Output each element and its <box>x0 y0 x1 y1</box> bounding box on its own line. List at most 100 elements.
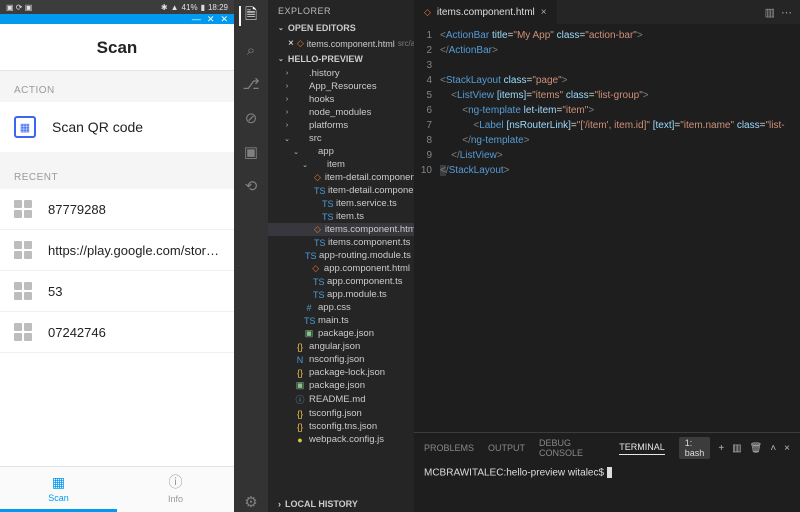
tree-label: item-detail.component.ts <box>328 185 414 196</box>
terminal-prompt: MCBRAWITALEC:hello-preview witalec$ <box>424 468 607 479</box>
tree-row[interactable]: ▣package.json <box>268 379 414 392</box>
tree-row[interactable]: TSitem-detail.component.ts <box>268 184 414 197</box>
new-terminal-icon[interactable]: + <box>718 443 724 454</box>
tab-filename: items.component.html <box>437 7 535 18</box>
panel-tab[interactable]: OUTPUT <box>488 443 525 453</box>
panel-tabs: PROBLEMS OUTPUT DEBUG CONSOLE TERMINAL 1: ba… <box>414 433 800 463</box>
tree-row[interactable]: › node_modules <box>268 106 414 119</box>
accent-minimize-icon[interactable]: — <box>192 14 201 24</box>
explorer-icon[interactable]: 🗎 <box>239 6 261 26</box>
info-nav-icon: ⓘ <box>169 472 183 492</box>
tree-label: item.ts <box>336 211 364 222</box>
settings-icon[interactable]: ⚙ <box>241 492 261 512</box>
chevron-icon: › <box>283 109 291 116</box>
debug-icon[interactable]: ⊘ <box>241 108 261 128</box>
tree-row[interactable]: ›.history <box>268 67 414 80</box>
recent-item[interactable]: 07242746 <box>0 312 234 353</box>
tree-row[interactable]: ⌄src <box>268 132 414 145</box>
extensions-icon[interactable]: ▣ <box>241 142 261 162</box>
file-icon: ◇ <box>312 263 320 274</box>
tree-label: node_modules <box>309 107 371 118</box>
tree-label: README.md <box>309 394 365 405</box>
recent-list: 87779288 https://play.google.com/stor… 53 0… <box>0 189 234 353</box>
tree-label: main.ts <box>318 315 349 326</box>
livesync-icon[interactable]: ⟲ <box>241 176 261 196</box>
more-icon[interactable]: ⋯ <box>781 6 792 19</box>
file-icon: TS <box>314 238 324 248</box>
panel-tab[interactable]: PROBLEMS <box>424 443 474 453</box>
tree-row[interactable]: ›platforms <box>268 119 414 132</box>
tree-row[interactable]: TSapp-routing.module.ts <box>268 249 414 262</box>
git-icon[interactable]: ⎇ <box>241 74 261 94</box>
chevron-down-icon: ⌄ <box>278 55 284 63</box>
tree-row[interactable]: ◇items.component.html <box>268 223 414 236</box>
phone-preview: ▣ ⟳ ▣ ✱ ▲ 41% ▮ 18:29 — ✕ ✕ Scan ACTION … <box>0 0 234 512</box>
tree-row[interactable]: ●webpack.config.js <box>268 433 414 446</box>
tree-row[interactable]: ◇item-detail.component.html <box>268 171 414 184</box>
open-editor-item[interactable]: × ◇ items.component.html src/app/item <box>268 36 414 51</box>
line-gutter: 12345678910 <box>414 28 440 432</box>
open-editors-section[interactable]: ⌄OPEN EDITORS <box>268 20 414 36</box>
tree-row[interactable]: {}package-lock.json <box>268 366 414 379</box>
recent-item[interactable]: https://play.google.com/stor… <box>0 230 234 271</box>
tree-row[interactable]: Nnsconfig.json <box>268 353 414 366</box>
file-icon: {} <box>295 368 305 378</box>
recent-item-text: 53 <box>48 284 220 299</box>
tree-row[interactable]: TS main.ts <box>268 314 414 327</box>
tree-label: app.css <box>318 302 351 313</box>
split-terminal-icon[interactable]: ▥ <box>732 443 741 454</box>
accent-x2-icon[interactable]: ✕ <box>220 14 228 25</box>
editor-tab[interactable]: ◇ items.component.html × <box>414 0 558 24</box>
tree-row[interactable]: {}angular.json <box>268 340 414 353</box>
trash-icon[interactable]: 🗑 <box>750 443 763 454</box>
tree-label: webpack.config.js <box>309 434 384 445</box>
tree-row[interactable]: ⌄app <box>268 145 414 158</box>
tree-row[interactable]: ⌄item <box>268 158 414 171</box>
tree-row[interactable]: ◇app.component.html <box>268 262 414 275</box>
tree-row[interactable]: TSapp.component.ts <box>268 275 414 288</box>
tree-row[interactable]: {}tsconfig.json <box>268 407 414 420</box>
panel-tab[interactable]: TERMINAL <box>619 442 665 455</box>
tree-row[interactable]: ›hooks <box>268 93 414 106</box>
tree-row[interactable]: TSitem.ts <box>268 210 414 223</box>
accent-x-icon[interactable]: ✕ <box>207 14 215 25</box>
local-history-section[interactable]: ›LOCAL HISTORY <box>268 496 414 512</box>
tree-label: src <box>309 133 322 144</box>
tree-label: app-routing.module.ts <box>319 250 411 261</box>
terminal-shell-select[interactable]: 1: bash <box>679 437 711 459</box>
scan-qr-button[interactable]: ▦ Scan QR code <box>0 102 234 152</box>
nav-scan[interactable]: ▦ Scan <box>0 467 117 512</box>
tree-row[interactable]: ›App_Resources <box>268 80 414 93</box>
maximize-panel-icon[interactable]: ˄ <box>770 443 776 454</box>
nav-info[interactable]: ⓘ Info <box>117 467 234 512</box>
search-icon[interactable]: ⌕ <box>241 40 261 60</box>
terminal-body[interactable]: MCBRAWITALEC:hello-preview witalec$ <box>414 463 800 512</box>
code-content[interactable]: <ActionBar title="My App" class="action-… <box>440 28 800 432</box>
tree-row[interactable]: TSitems.component.ts <box>268 236 414 249</box>
tree-row[interactable]: # app.css <box>268 301 414 314</box>
tree-row[interactable]: TSapp.module.ts <box>268 288 414 301</box>
recent-item-text: 07242746 <box>48 325 220 340</box>
file-icon: TS <box>304 316 314 326</box>
close-tab-icon[interactable]: × <box>541 7 547 18</box>
chevron-icon: ⌄ <box>301 161 309 169</box>
close-editor-icon[interactable]: × <box>288 38 294 49</box>
recent-item-text: 87779288 <box>48 202 220 217</box>
tree-row[interactable]: ▣package.json <box>268 327 414 340</box>
tree-row[interactable]: TSitem.service.ts <box>268 197 414 210</box>
code-editor[interactable]: 12345678910 <ActionBar title="My App" cl… <box>414 24 800 432</box>
split-editor-icon[interactable]: ▥ <box>765 6 775 19</box>
html-icon: ◇ <box>297 38 304 49</box>
tree-row[interactable]: ⓘREADME.md <box>268 392 414 407</box>
tree-row[interactable]: {}tsconfig.tns.json <box>268 420 414 433</box>
file-icon: ◇ <box>314 172 321 183</box>
nav-info-label: Info <box>168 494 183 504</box>
tree-label: app.component.ts <box>327 276 403 287</box>
file-icon: # <box>304 303 314 313</box>
recent-item[interactable]: 53 <box>0 271 234 312</box>
bluetooth-icon: ✱ <box>161 3 168 12</box>
project-section[interactable]: ⌄HELLO-PREVIEW <box>268 51 414 67</box>
panel-tab[interactable]: DEBUG CONSOLE <box>539 438 605 458</box>
close-panel-icon[interactable]: × <box>784 443 790 454</box>
recent-item[interactable]: 87779288 <box>0 189 234 230</box>
